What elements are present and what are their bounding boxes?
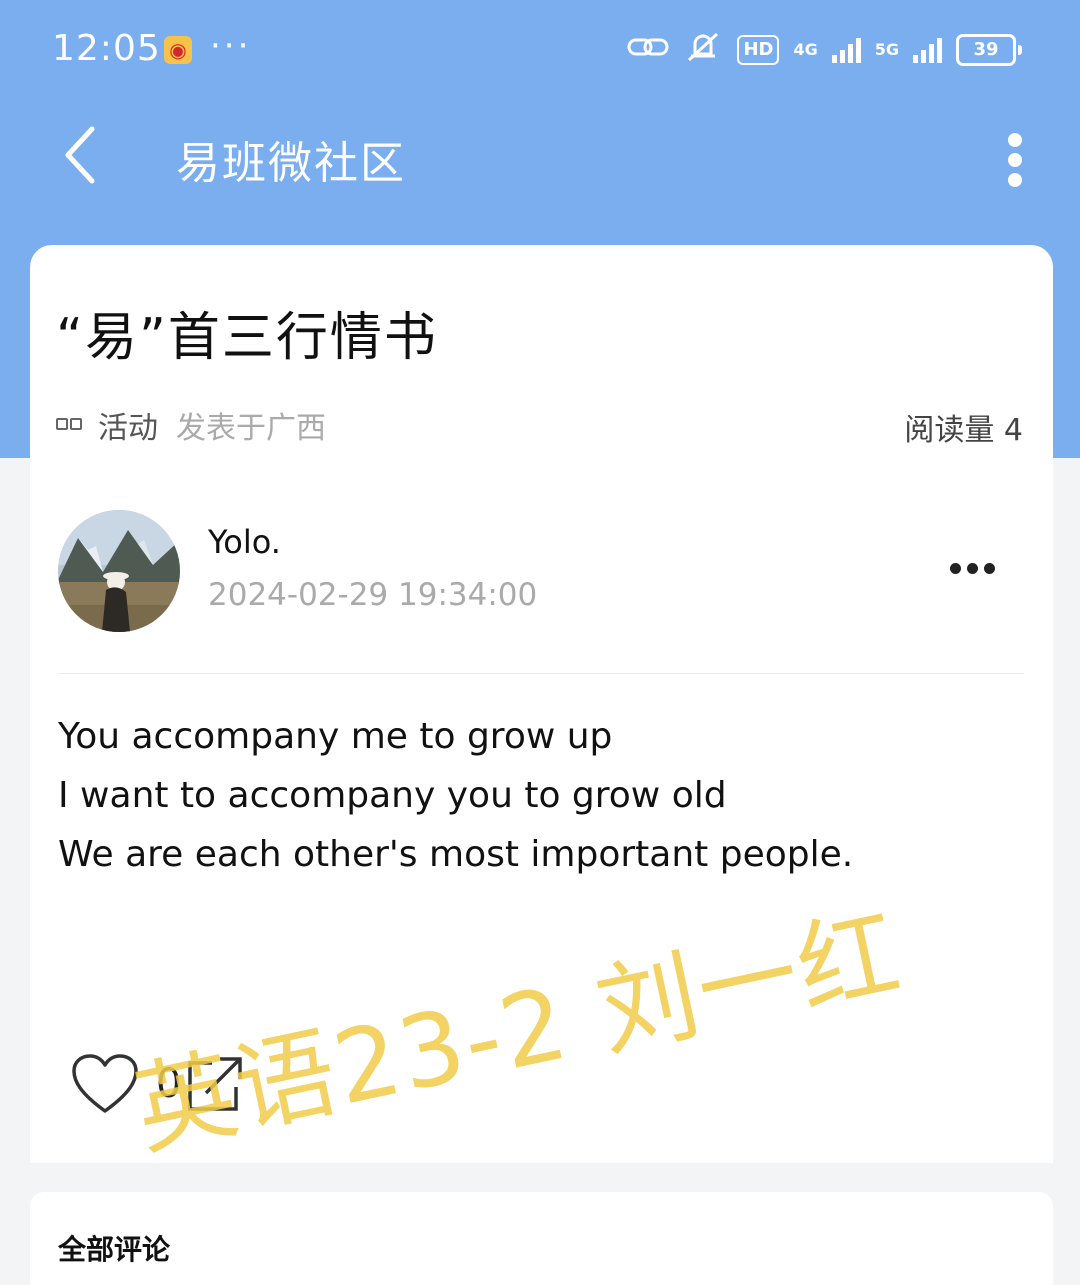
- network-5g-label: 5G: [874, 40, 899, 59]
- content-line: We are each other's most important peopl…: [58, 834, 854, 875]
- post-title: “易”首三行情书: [56, 308, 438, 368]
- vertical-more-icon[interactable]: [1000, 127, 1030, 197]
- status-bar: 12:05 ◉ ··· HD 4G 5G 39: [0, 0, 1080, 100]
- divider: [58, 673, 1024, 674]
- hd-badge: HD: [737, 35, 780, 65]
- post-timestamp: 2024-02-29 19:34:00: [208, 577, 538, 613]
- signal-bars-icon: [831, 37, 861, 63]
- back-chevron-icon[interactable]: [58, 125, 118, 185]
- nav-title: 易班微社区: [176, 138, 406, 189]
- category-icon: [56, 418, 82, 432]
- post-location: 发表于广西: [176, 411, 326, 446]
- network-4g-label: 4G: [793, 40, 818, 59]
- link-icon: [627, 32, 669, 68]
- avatar[interactable]: [58, 510, 180, 632]
- status-time: 12:05: [52, 28, 161, 69]
- signal-bars-icon-2: [913, 37, 942, 63]
- post-content: You accompany me to grow up I want to ac…: [58, 707, 853, 884]
- status-icons: HD 4G 5G 39: [627, 30, 1022, 70]
- content-line: You accompany me to grow up: [58, 716, 613, 757]
- comments-title: 全部评论: [58, 1233, 171, 1266]
- mute-icon: [683, 30, 723, 70]
- comments-section: 全部评论: [30, 1192, 1053, 1285]
- post-category[interactable]: 活动: [98, 403, 158, 447]
- author-name[interactable]: Yolo.: [208, 523, 281, 561]
- content-line: I want to accompany you to grow old: [58, 775, 727, 816]
- nav-bar: 易班微社区: [0, 105, 1080, 205]
- battery-indicator: 39: [956, 34, 1022, 66]
- status-more-icon: ···: [210, 26, 252, 66]
- post-more-icon[interactable]: [950, 563, 1000, 577]
- weibo-icon: ◉: [164, 36, 192, 64]
- post-meta: 活动 发表于广西: [56, 403, 326, 447]
- view-count: 阅读量 4: [904, 413, 1023, 448]
